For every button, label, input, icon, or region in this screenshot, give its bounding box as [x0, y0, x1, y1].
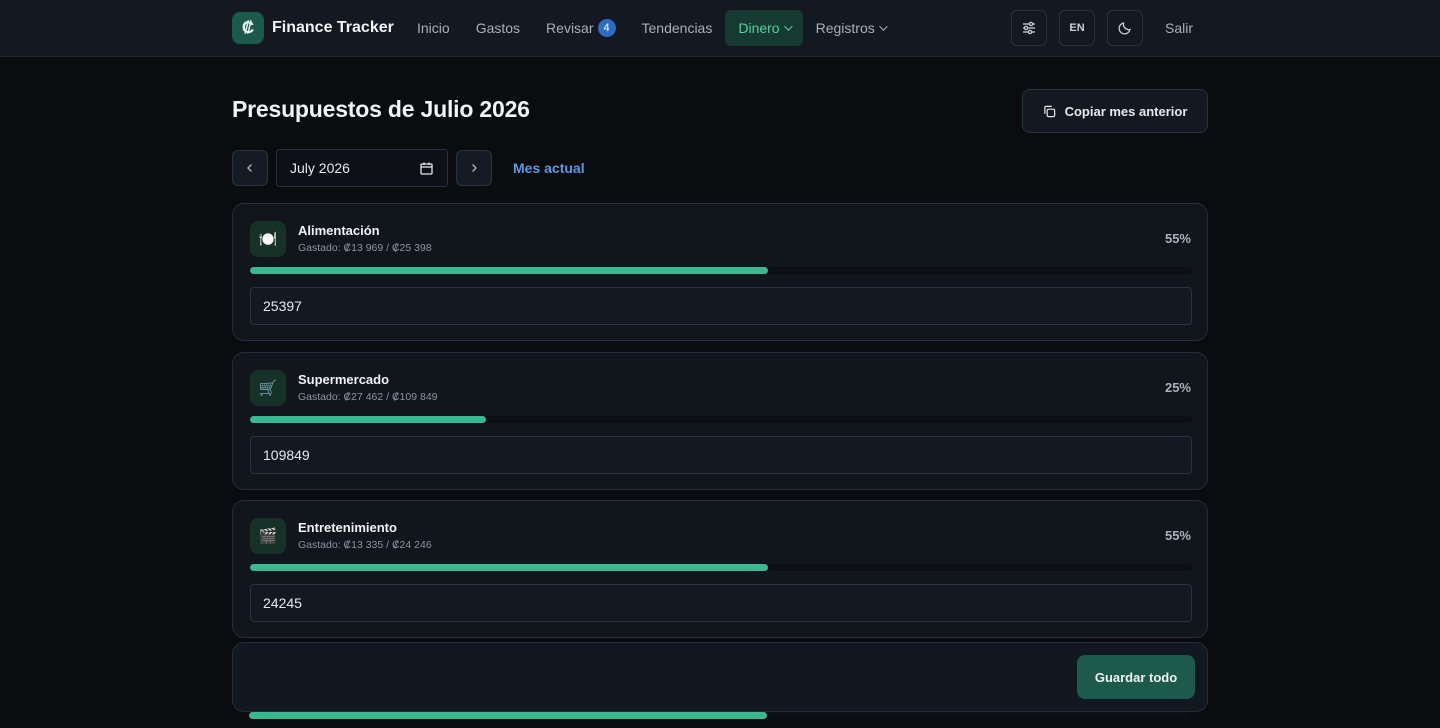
nav-label: Registros [815, 20, 875, 36]
nav-item-dinero[interactable]: Dinero [725, 10, 803, 46]
clapperboard-icon: 🎬 [250, 518, 286, 554]
page-title: Presupuestos de Julio 2026 [232, 96, 530, 122]
nav-links: Inicio Gastos Revisar 4 Tendencias Diner… [404, 10, 898, 46]
budget-amount-input[interactable]: 24245 [250, 584, 1192, 622]
next-month-button[interactable] [456, 150, 492, 186]
chevron-right-icon [472, 164, 477, 172]
calendar-icon[interactable] [420, 162, 433, 175]
moon-icon [1118, 22, 1131, 35]
progress-fill [249, 712, 768, 719]
nav-label: Dinero [738, 20, 780, 36]
progress-bar [250, 564, 1192, 571]
budget-card-alimentacion: 🍽️ Alimentación Gastado: ₡13 969 / ₡25 3… [232, 203, 1208, 341]
settings-button[interactable] [1011, 10, 1047, 46]
nav-item-gastos[interactable]: Gastos [463, 10, 533, 46]
cart-icon: 🛒 [250, 370, 286, 406]
spent-summary: Gastado: ₡13 969 / ₡25 398 [298, 242, 432, 254]
chevron-down-icon [783, 22, 793, 31]
percent-used: 55% [1164, 231, 1191, 246]
nav-label: Revisar [546, 20, 594, 36]
category-name: Supermercado [298, 372, 390, 387]
progress-bar [250, 416, 1192, 423]
plate-icon: 🍽️ [250, 221, 286, 257]
nav-label: Tendencias [641, 20, 713, 36]
nav-item-registros[interactable]: Registros [803, 10, 898, 46]
chevron-left-icon [247, 164, 252, 172]
budget-card-entretenimiento: 🎬 Entretenimiento Gastado: ₡13 335 / ₡24… [232, 500, 1208, 638]
spent-summary: Gastado: ₡13 335 / ₡24 246 [298, 539, 432, 551]
nav-label: Inicio [417, 20, 450, 36]
save-all-button[interactable]: Guardar todo [1077, 655, 1195, 699]
sliders-icon [1023, 21, 1035, 35]
percent-used: 55% [1164, 528, 1191, 543]
budget-amount-input[interactable]: 25397 [250, 287, 1192, 325]
logo-icon: ₡ [232, 12, 264, 44]
budget-card-supermercado: 🛒 Supermercado Gastado: ₡27 462 / ₡109 8… [232, 352, 1208, 490]
percent-used: 25% [1164, 380, 1191, 395]
language-toggle[interactable]: EN [1059, 10, 1095, 46]
brand[interactable]: ₡ Finance Tracker [232, 12, 394, 44]
progress-fill [250, 416, 486, 423]
previous-month-button[interactable] [232, 150, 268, 186]
top-navbar: ₡ Finance Tracker Inicio Gastos Revisar … [0, 0, 1440, 57]
copy-icon [1043, 105, 1055, 117]
spent-summary: Gastado: ₡27 462 / ₡109 849 [298, 391, 438, 403]
current-month-link[interactable]: Mes actual [513, 160, 585, 176]
nav-item-revisar[interactable]: Revisar 4 [533, 10, 628, 46]
month-value: July 2026 [290, 160, 350, 176]
copy-button-label: Copiar mes anterior [1064, 103, 1188, 119]
theme-toggle[interactable] [1107, 10, 1143, 46]
review-count-badge: 4 [597, 19, 616, 37]
copy-previous-month-button[interactable]: Copiar mes anterior [1022, 89, 1208, 133]
nav-label: Gastos [475, 20, 521, 36]
nav-actions: EN Salir [1011, 10, 1193, 46]
chevron-down-icon [878, 22, 888, 31]
month-picker-input[interactable]: July 2026 [276, 149, 448, 187]
category-name: Entretenimiento [298, 520, 397, 535]
logout-link[interactable]: Salir [1165, 20, 1193, 36]
progress-bar [249, 712, 1191, 719]
progress-bar [250, 267, 1192, 274]
sticky-save-bar [232, 642, 1208, 712]
progress-fill [250, 267, 769, 274]
app-name: Finance Tracker [272, 19, 394, 36]
nav-item-inicio[interactable]: Inicio [404, 10, 463, 46]
progress-fill [250, 564, 769, 571]
category-name: Alimentación [298, 223, 380, 238]
nav-item-tendencias[interactable]: Tendencias [629, 10, 726, 46]
budget-amount-input[interactable]: 109849 [250, 436, 1192, 474]
